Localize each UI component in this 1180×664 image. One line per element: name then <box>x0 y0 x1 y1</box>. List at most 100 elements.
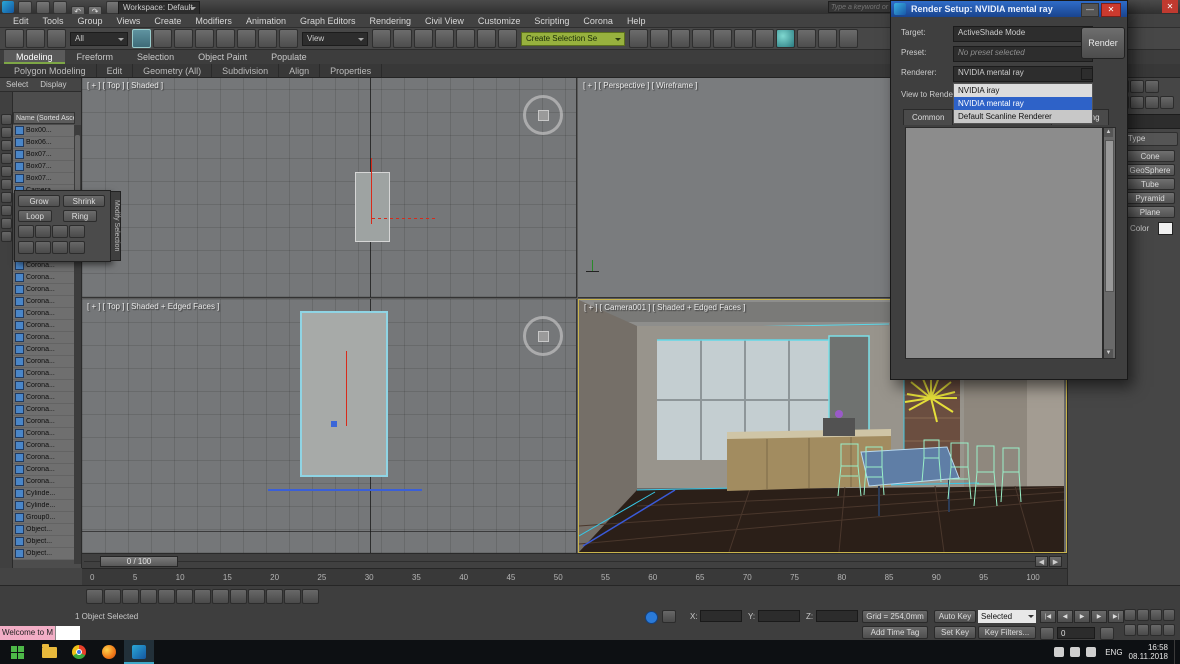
scene-object-row[interactable]: Corona... <box>13 272 75 284</box>
viewport-label[interactable]: [ + ] [ Camera001 ] [ Shaded + Edged Fac… <box>584 303 745 312</box>
object-color-swatch[interactable] <box>1158 222 1173 235</box>
scene-object-row[interactable]: Box07... <box>13 173 75 185</box>
tab-common[interactable]: Common <box>903 109 953 125</box>
filter-lights-icon[interactable] <box>1 166 12 177</box>
window-crossing-icon[interactable] <box>195 29 214 48</box>
bind-to-space-warp-icon[interactable] <box>47 29 66 48</box>
menu-item[interactable]: Tools <box>36 14 71 28</box>
scene-object-row[interactable]: Box07... <box>13 149 75 161</box>
y-coordinate-field[interactable] <box>758 610 800 622</box>
angle-snap-icon[interactable] <box>456 29 475 48</box>
menu-item[interactable]: Graph Editors <box>293 14 363 28</box>
select-and-rotate-icon[interactable] <box>237 29 256 48</box>
menu-item[interactable]: Group <box>71 14 110 28</box>
menu-item[interactable]: Corona <box>576 14 620 28</box>
time-slider-handle[interactable]: 0 / 100 <box>100 556 178 567</box>
primitive-button[interactable]: GeoSphere <box>1125 164 1175 176</box>
search-input[interactable] <box>828 1 894 13</box>
menu-item[interactable]: Rendering <box>363 14 419 28</box>
systems-icon[interactable] <box>1160 96 1174 109</box>
track-bar[interactable]: 0510152025303540455055606570758085909510… <box>82 568 1067 585</box>
scene-object-row[interactable]: Corona... <box>13 332 75 344</box>
scene-object-row[interactable]: Corona... <box>13 452 75 464</box>
dialog-minimize-button[interactable]: — <box>1081 3 1099 17</box>
next-key-button[interactable]: ▶ <box>1091 610 1107 623</box>
menu-item[interactable]: Create <box>147 14 188 28</box>
maximize-viewport-icon[interactable] <box>1163 624 1175 636</box>
axis-z-icon[interactable] <box>140 589 157 604</box>
ribbon-section[interactable]: Edit <box>97 64 134 77</box>
edit-keys-icon[interactable] <box>248 589 265 604</box>
zoom-extents-icon[interactable] <box>1150 609 1162 621</box>
pan-icon[interactable] <box>1137 624 1149 636</box>
renderer-dropdown[interactable]: NVIDIA mental ray <box>953 66 1093 82</box>
previous-key-button[interactable]: ◀ <box>1057 610 1073 623</box>
menu-item[interactable]: Views <box>110 14 148 28</box>
scene-object-row[interactable]: Corona... <box>13 416 75 428</box>
axis-y-icon[interactable] <box>122 589 139 604</box>
percent-snap-icon[interactable] <box>212 589 229 604</box>
select-menu[interactable]: Select <box>0 78 34 91</box>
select-by-name-icon[interactable] <box>153 29 172 48</box>
viewport-top-edged-faces[interactable]: [ + ] [ Top ] [ Shaded + Edged Faces ] <box>82 299 577 553</box>
help-icon[interactable] <box>645 611 658 624</box>
renderer-lock-checkbox[interactable] <box>1081 68 1093 80</box>
shrink-loop-icon[interactable] <box>69 225 85 238</box>
zoom-all-icon[interactable] <box>1137 609 1149 621</box>
named-selection-set-dropdown[interactable]: Create Selection Se <box>521 32 625 46</box>
scene-object-row[interactable]: Corona... <box>13 344 75 356</box>
ribbon-tab[interactable]: Selection <box>125 50 186 64</box>
target-dropdown[interactable]: ActiveShade Mode <box>953 26 1093 42</box>
renderer-option[interactable]: NVIDIA mental ray <box>954 97 1092 110</box>
scene-object-row[interactable]: Corona... <box>13 380 75 392</box>
helpers-icon[interactable] <box>1130 96 1144 109</box>
ribbon-section[interactable]: Geometry (All) <box>133 64 212 77</box>
renderer-option[interactable]: Default Scanline Renderer <box>954 110 1092 123</box>
reference-coordinate-dropdown[interactable]: View <box>302 32 368 46</box>
zoom-region-icon[interactable] <box>1124 624 1136 636</box>
scroll-thumb[interactable] <box>1105 140 1114 292</box>
filter-groups-icon[interactable] <box>1 205 12 216</box>
language-indicator[interactable]: ENG <box>1105 648 1122 657</box>
scene-object-row[interactable]: Corona... <box>13 404 75 416</box>
show-desktop-button[interactable] <box>1174 640 1180 664</box>
ribbon-tab[interactable]: Object Paint <box>186 50 259 64</box>
clock[interactable]: 16:58 08.11.2018 <box>1129 643 1168 661</box>
axis-x-icon[interactable] <box>104 589 121 604</box>
render-setup-icon[interactable] <box>797 29 816 48</box>
render-button[interactable]: Render <box>1081 27 1125 59</box>
scene-explorer-toggle-icon[interactable] <box>671 29 690 48</box>
selected-box-object[interactable] <box>300 311 388 477</box>
renderer-option[interactable]: NVIDIA iray <box>954 84 1092 97</box>
material-editor-icon[interactable] <box>776 29 795 48</box>
use-pivot-point-icon[interactable] <box>372 29 391 48</box>
ring-mode-icon[interactable] <box>35 225 51 238</box>
primitive-button[interactable]: Pyramid <box>1125 192 1175 204</box>
select-and-link-icon[interactable] <box>5 29 24 48</box>
ribbon-toggle-icon[interactable] <box>713 29 732 48</box>
selection-set-combo[interactable]: Selected <box>978 610 1036 623</box>
ribbon-section[interactable]: Align <box>279 64 320 77</box>
loop-mode-icon[interactable] <box>18 225 34 238</box>
unlink-selection-icon[interactable] <box>26 29 45 48</box>
select-and-place-icon[interactable] <box>279 29 298 48</box>
primitive-button[interactable]: Cone <box>1125 150 1175 162</box>
filter-shapes-icon[interactable] <box>1 153 12 164</box>
z-coordinate-field[interactable] <box>816 610 858 622</box>
menu-item[interactable]: Modifiers <box>188 14 239 28</box>
dot-loop-icon[interactable] <box>18 241 34 254</box>
name-column-header[interactable]: Name (Sorted Ascend <box>13 112 75 124</box>
selected-box-object[interactable] <box>355 172 390 242</box>
zoom-icon[interactable] <box>1124 609 1136 621</box>
outline-icon[interactable] <box>69 241 85 254</box>
save-file-icon[interactable] <box>53 1 67 14</box>
open-file-icon[interactable] <box>36 1 50 14</box>
utilities-tab-icon[interactable] <box>1145 80 1159 93</box>
select-and-scale-icon[interactable] <box>258 29 277 48</box>
tray-icon-2[interactable] <box>1070 647 1080 657</box>
dot-ring-icon[interactable] <box>35 241 51 254</box>
key-mode-toggle-icon[interactable] <box>1040 627 1054 640</box>
display-tab-icon[interactable] <box>1130 80 1144 93</box>
menu-item[interactable]: Help <box>620 14 653 28</box>
keyboard-shortcut-override-icon[interactable] <box>414 29 433 48</box>
